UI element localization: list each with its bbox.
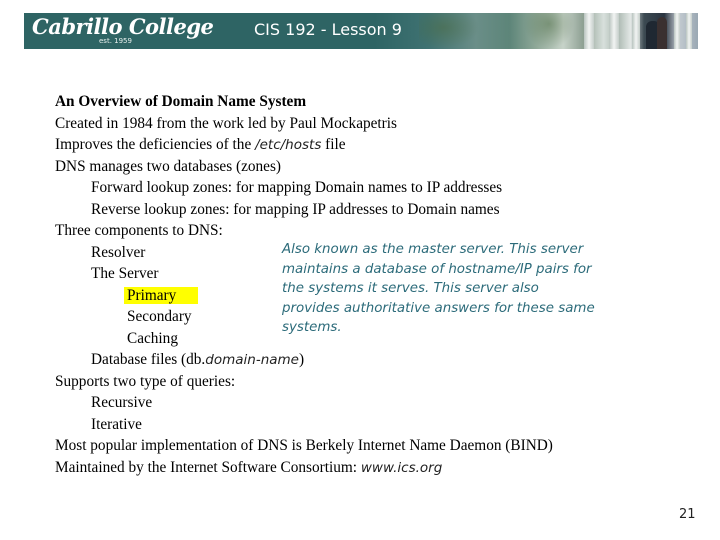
banner-person-decoration	[657, 17, 667, 49]
callout-line: the systems it serves. This server also	[282, 281, 539, 296]
sub-bullet-line: Forward lookup zones: for mapping Domain…	[91, 179, 503, 196]
primary-server-callout: Also known as the master server. This se…	[282, 240, 682, 338]
banner-foliage-decoration	[524, 13, 574, 49]
sub-bullet-line: Recursive	[91, 394, 153, 411]
bullet-text: Database files (db.	[91, 351, 206, 368]
banner-column-decoration	[584, 13, 594, 49]
bullet-line: Maintained by the Internet Software Cons…	[55, 457, 553, 479]
bullet-line: Supports two type of queries:	[55, 372, 236, 390]
file-name: domain-name	[205, 352, 299, 368]
banner-column-decoration	[674, 13, 680, 49]
highlighted-term-primary: Primary	[124, 286, 199, 304]
banner-column-decoration	[686, 13, 692, 49]
banner-column-decoration	[632, 13, 640, 49]
bullet-text: )	[298, 351, 305, 368]
bullet-line: DNS manages two databases (zones)	[55, 157, 281, 175]
bullet-line: Three components to DNS:	[55, 222, 223, 239]
sub-bullet-line: Database files (db.domain-name)	[55, 349, 553, 371]
sub-bullet-line: Reverse lookup zones: for mapping IP add…	[91, 200, 500, 218]
website-link[interactable]: www.ics.org	[361, 460, 442, 476]
college-logo-subtext: est. 1959	[99, 37, 132, 45]
bullet-line: Improves the deficiencies of the /etc/ho…	[55, 134, 553, 156]
bullet-text: Maintained by the Internet Software Cons…	[55, 458, 361, 476]
bullet-text: file	[321, 136, 346, 153]
slide-header-title: CIS 192 - Lesson 9	[254, 20, 402, 39]
slide-heading: An Overview of Domain Name System	[55, 93, 307, 110]
sub-bullet-line: Iterative	[91, 415, 142, 433]
bullet-line: Most popular implementation of DNS is Be…	[55, 437, 553, 454]
callout-line: provides authoritative answers for these…	[282, 300, 595, 316]
callout-line: Also known as the master server. This se…	[282, 242, 584, 257]
file-path: /etc/hosts	[255, 137, 322, 153]
callout-line: maintains a database of hostname/IP pair…	[282, 261, 592, 277]
bullet-text: Improves the deficiencies of the	[55, 136, 256, 153]
banner-foliage-decoration	[419, 13, 479, 49]
header-banner: Cabrillo College est. 1959 CIS 192 - Les…	[24, 13, 698, 49]
callout-line: systems.	[282, 320, 342, 335]
bullet-line: Created in 1984 from the work led by Pau…	[55, 114, 397, 132]
banner-column-decoration	[609, 13, 619, 49]
page-number: 21	[679, 507, 696, 522]
